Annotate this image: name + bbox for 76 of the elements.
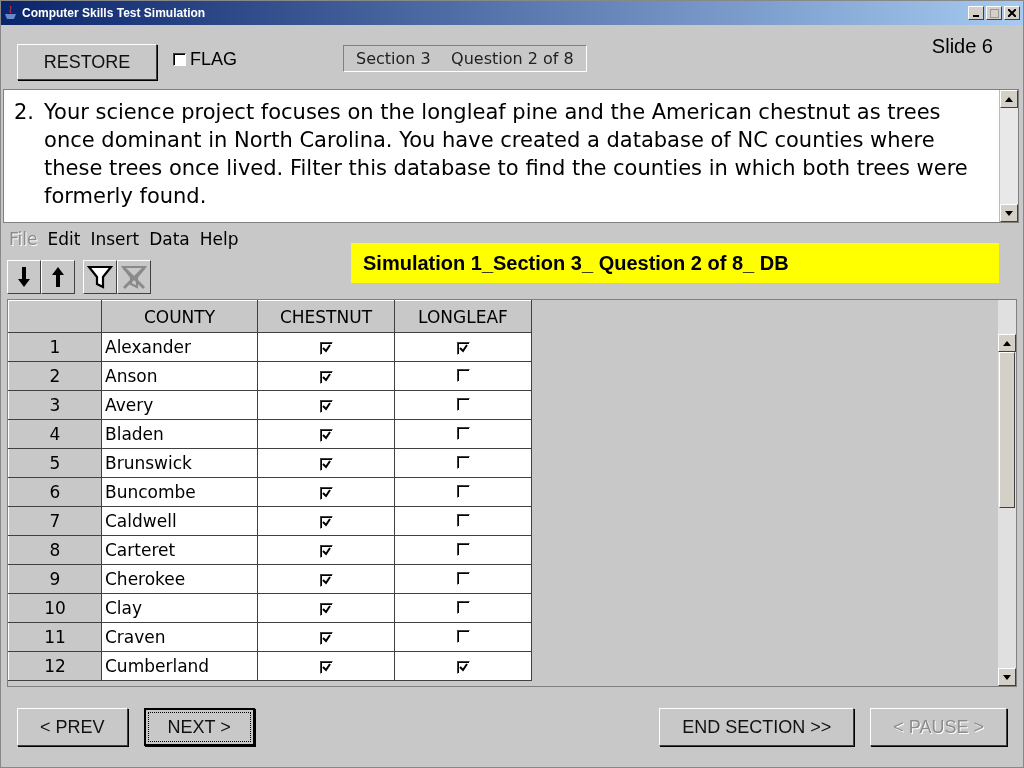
checkbox[interactable] bbox=[319, 400, 333, 413]
row-number: 5 bbox=[8, 448, 102, 478]
table-cell: Caldwell bbox=[101, 506, 258, 536]
checkbox[interactable] bbox=[319, 661, 333, 674]
close-button[interactable] bbox=[1004, 6, 1020, 20]
menu-item[interactable]: Edit bbox=[47, 229, 81, 255]
column-header[interactable]: CHESTNUT bbox=[257, 300, 395, 333]
maximize-button[interactable] bbox=[986, 6, 1002, 20]
question-number: 2. bbox=[14, 99, 35, 126]
toolbar-button[interactable] bbox=[83, 260, 117, 294]
row-number: 10 bbox=[8, 593, 102, 623]
down-triangle-icon bbox=[1005, 210, 1013, 216]
checkbox[interactable] bbox=[319, 603, 333, 616]
row-number: 3 bbox=[8, 390, 102, 420]
table-cell: Buncombe bbox=[101, 477, 258, 507]
toolbar-button[interactable] bbox=[7, 260, 41, 294]
slide-label: Slide 6 bbox=[931, 35, 993, 58]
checkbox[interactable] bbox=[456, 342, 470, 355]
checkbox[interactable] bbox=[456, 661, 470, 674]
up-arrow-icon bbox=[52, 267, 64, 287]
table-cell: Avery bbox=[101, 390, 258, 420]
checkbox[interactable] bbox=[319, 574, 333, 587]
close-icon bbox=[1008, 9, 1016, 17]
maximize-icon bbox=[989, 8, 999, 18]
section-info: Section 3 Question 2 of 8 bbox=[343, 45, 587, 72]
row-number: 4 bbox=[8, 419, 102, 449]
nav-button[interactable]: < PREV bbox=[17, 708, 128, 746]
banner: Simulation 1_Section 3_ Question 2 of 8_ DB bbox=[351, 243, 999, 283]
checkbox[interactable] bbox=[319, 371, 333, 384]
table-cell: Carteret bbox=[101, 535, 258, 565]
funnel-crossed-icon bbox=[121, 264, 147, 290]
coffee-cup-icon bbox=[4, 5, 18, 21]
scrollbar[interactable] bbox=[998, 300, 1016, 686]
minimize-button[interactable] bbox=[968, 6, 984, 20]
checkbox[interactable] bbox=[319, 429, 333, 442]
row-number: 7 bbox=[8, 506, 102, 536]
checkbox[interactable] bbox=[319, 487, 333, 500]
scrollbar[interactable] bbox=[999, 90, 1018, 222]
up-triangle-icon bbox=[1003, 340, 1011, 346]
up-triangle-icon bbox=[1005, 96, 1013, 102]
checkbox[interactable] bbox=[319, 632, 333, 645]
checkbox[interactable] bbox=[319, 545, 333, 558]
row-number: 12 bbox=[8, 651, 102, 681]
checkbox[interactable] bbox=[319, 342, 333, 355]
row-number: 8 bbox=[8, 535, 102, 565]
table-cell: Bladen bbox=[101, 419, 258, 449]
menu-item[interactable]: Data bbox=[149, 229, 190, 255]
menu-item[interactable]: Help bbox=[199, 229, 239, 255]
funnel-icon bbox=[87, 264, 113, 290]
checkbox[interactable] bbox=[173, 53, 186, 66]
row-number: 6 bbox=[8, 477, 102, 507]
table-cell: Clay bbox=[101, 593, 258, 623]
table-cell: Craven bbox=[101, 622, 258, 652]
checkbox[interactable] bbox=[319, 516, 333, 529]
row-number: 1 bbox=[8, 332, 102, 362]
row-number: 2 bbox=[8, 361, 102, 391]
nav-button[interactable]: END SECTION >> bbox=[659, 708, 855, 746]
column-header[interactable]: COUNTY bbox=[101, 300, 258, 333]
question-text: Your science project focuses on the longleaf pine and the American chestnut as trees once dominant in North Carolina. You have created a database of NC counties where these trees once lived. Filter this database to find the counties in which both trees were formerly found. bbox=[44, 99, 969, 210]
table-cell: Cumberland bbox=[101, 651, 258, 681]
menu-item[interactable]: Insert bbox=[90, 229, 140, 255]
checkbox[interactable] bbox=[319, 458, 333, 471]
table-cell: Brunswick bbox=[101, 448, 258, 478]
toolbar-button[interactable] bbox=[41, 260, 75, 294]
restore-button[interactable]: RESTORE bbox=[17, 44, 157, 80]
row-number: 9 bbox=[8, 564, 102, 594]
nav-button[interactable]: NEXT > bbox=[143, 708, 255, 746]
table-cell: Cherokee bbox=[101, 564, 258, 594]
row-number: 11 bbox=[8, 622, 102, 652]
down-arrow-icon bbox=[18, 267, 30, 287]
table-cell: Anson bbox=[101, 361, 258, 391]
window-title: Computer Skills Test Simulation bbox=[22, 6, 206, 20]
flag-label[interactable]: FLAG bbox=[190, 49, 237, 70]
down-triangle-icon bbox=[1003, 674, 1011, 680]
column-header[interactable]: LONGLEAF bbox=[394, 300, 532, 333]
table-cell: Alexander bbox=[101, 332, 258, 362]
